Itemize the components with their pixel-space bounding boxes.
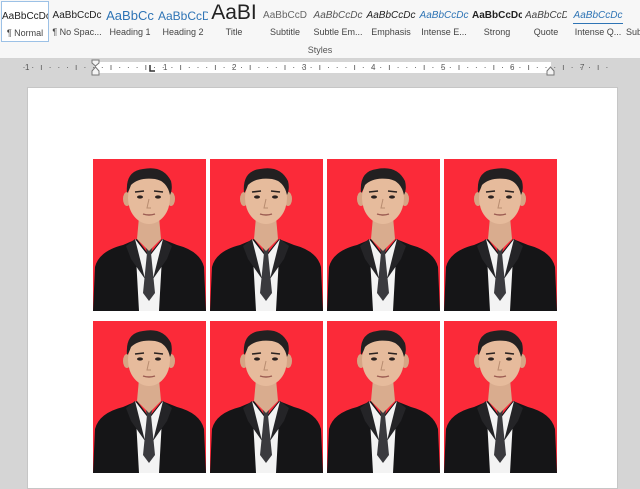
style-intense-emphasis-preview: AaBbCcDc [419, 10, 469, 21]
style-normal-label: ¶ Normal [6, 28, 44, 38]
style-normal[interactable]: AaBbCcDc ¶ Normal [1, 1, 49, 42]
style-subtle-emphasis-label: Subtle Em... [313, 27, 363, 37]
style-subtle-reference[interactable]: Sub [626, 1, 640, 42]
style-normal-preview: AaBbCcDc [2, 11, 48, 22]
style-subtitle[interactable]: AaBbCcD Subtitle [260, 1, 310, 42]
style-emphasis-preview: AaBbCcDc [366, 10, 416, 21]
passport-photo[interactable] [444, 159, 557, 311]
style-intense-emphasis[interactable]: AaBbCcDc Intense E... [419, 1, 469, 42]
style-subtle-emphasis[interactable]: AaBbCcDc Subtle Em... [313, 1, 363, 42]
styles-group-label: Styles [307, 45, 333, 55]
style-no-spacing-preview: AaBbCcDc [52, 10, 102, 21]
horizontal-ruler[interactable]: 1 1 2 3 4 5 6 7 [0, 59, 640, 77]
style-subtle-emphasis-preview: AaBbCcDc [313, 10, 363, 21]
style-quote-preview: AaBbCcDc [525, 10, 567, 21]
style-intense-emphasis-label: Intense E... [421, 27, 467, 37]
style-intense-quote-preview: AaBbCcDc [573, 5, 623, 24]
style-heading-1[interactable]: AaBbCc Heading 1 [105, 1, 155, 42]
style-title-preview: AaBI [211, 2, 257, 24]
ruler-number-1: 1 [163, 63, 168, 72]
style-heading-2[interactable]: AaBbCcD Heading 2 [158, 1, 208, 42]
style-quote[interactable]: AaBbCcDc Quote [525, 1, 567, 42]
style-heading-1-label: Heading 1 [109, 27, 151, 37]
style-strong-label: Strong [483, 27, 511, 37]
style-emphasis[interactable]: AaBbCcDc Emphasis [366, 1, 416, 42]
style-intense-quote[interactable]: AaBbCcDc Intense Q... [573, 1, 623, 42]
document-page[interactable] [27, 87, 618, 489]
style-no-spacing-label: ¶ No Spac... [52, 27, 102, 37]
style-subtle-reference-preview [626, 5, 640, 27]
passport-photo[interactable] [210, 159, 323, 311]
passport-photo[interactable] [93, 321, 206, 473]
passport-photo[interactable] [93, 159, 206, 311]
style-emphasis-label: Emphasis [371, 27, 411, 37]
passport-photo[interactable] [327, 159, 440, 311]
passport-photo[interactable] [327, 321, 440, 473]
style-title[interactable]: AaBI Title [211, 1, 257, 42]
style-strong[interactable]: AaBbCcDc Strong [472, 1, 522, 42]
ruler-number-4: 4 [371, 63, 376, 72]
ruler-number-5: 5 [441, 63, 446, 72]
style-heading-2-label: Heading 2 [162, 27, 204, 37]
ruler-number-3: 3 [302, 63, 307, 72]
style-heading-2-preview: AaBbCcD [158, 9, 208, 23]
styles-gallery: AaBbCcDc ¶ Normal AaBbCcDc ¶ No Spac... … [0, 0, 640, 59]
ruler-number-6: 6 [510, 63, 515, 72]
ruler-number-2: 2 [232, 63, 237, 72]
style-subtitle-preview: AaBbCcD [263, 10, 307, 21]
ruler-number-7: 7 [580, 63, 585, 72]
style-subtitle-label: Subtitle [269, 27, 301, 37]
passport-photo[interactable] [210, 321, 323, 473]
style-subtle-reference-label: Sub [626, 27, 640, 37]
style-quote-label: Quote [533, 27, 559, 37]
style-heading-1-preview: AaBbCc [106, 8, 154, 23]
ruler-number-left: 1 [25, 63, 30, 72]
style-title-label: Title [225, 27, 243, 37]
passport-photo[interactable] [444, 321, 557, 473]
ruler-graphic: 1 1 2 3 4 5 6 7 [22, 59, 614, 76]
document-area[interactable] [0, 77, 640, 489]
style-no-spacing[interactable]: AaBbCcDc ¶ No Spac... [52, 1, 102, 42]
style-intense-quote-label: Intense Q... [574, 27, 622, 37]
style-strong-preview: AaBbCcDc [472, 10, 522, 21]
